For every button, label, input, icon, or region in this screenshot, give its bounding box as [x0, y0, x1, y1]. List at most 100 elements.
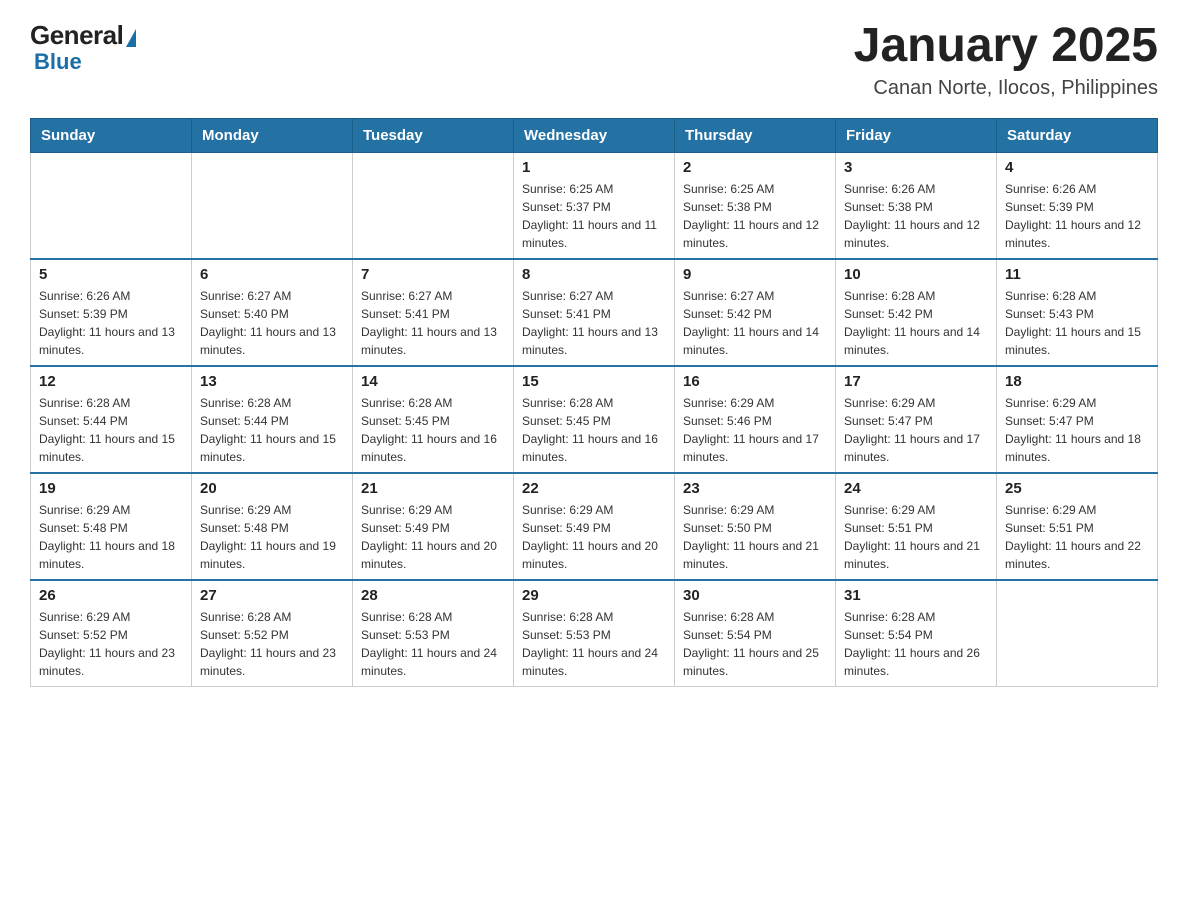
day-info: Sunrise: 6:28 AM Sunset: 5:43 PM Dayligh… [1005, 287, 1149, 359]
day-number: 14 [361, 373, 505, 390]
day-number: 23 [683, 480, 827, 497]
day-info: Sunrise: 6:29 AM Sunset: 5:49 PM Dayligh… [522, 501, 666, 573]
calendar-cell: 18 Sunrise: 6:29 AM Sunset: 5:47 PM Dayli… [997, 366, 1158, 473]
page-title: January 2025 [854, 20, 1158, 73]
day-number: 6 [200, 266, 344, 283]
day-info: Sunrise: 6:29 AM Sunset: 5:47 PM Dayligh… [844, 394, 988, 466]
calendar-table: SundayMondayTuesdayWednesdayThursdayFrid… [30, 118, 1158, 687]
day-number: 5 [39, 266, 183, 283]
day-number: 9 [683, 266, 827, 283]
day-info: Sunrise: 6:28 AM Sunset: 5:44 PM Dayligh… [200, 394, 344, 466]
weekday-header-monday: Monday [192, 118, 353, 152]
calendar-cell: 2 Sunrise: 6:25 AM Sunset: 5:38 PM Daylig… [675, 152, 836, 259]
calendar-cell: 7Sunrise: 6:27 AM Sunset: 5:41 PM Daylig… [353, 259, 514, 366]
day-number: 10 [844, 266, 988, 283]
day-info: Sunrise: 6:28 AM Sunset: 5:54 PM Dayligh… [683, 608, 827, 680]
calendar-cell: 25Sunrise: 6:29 AM Sunset: 5:51 PM Dayli… [997, 473, 1158, 580]
weekday-header-row: SundayMondayTuesdayWednesdayThursdayFrid… [31, 118, 1158, 152]
day-number: 11 [1005, 266, 1149, 283]
day-info: Sunrise: 6:27 AM Sunset: 5:41 PM Dayligh… [522, 287, 666, 359]
day-number: 15 [522, 373, 666, 390]
logo-general-text: General [30, 20, 123, 51]
day-info: Sunrise: 6:29 AM Sunset: 5:47 PM Dayligh… [1005, 394, 1149, 466]
day-number: 28 [361, 587, 505, 604]
day-number: 4 [1005, 159, 1149, 176]
day-info: Sunrise: 6:29 AM Sunset: 5:48 PM Dayligh… [39, 501, 183, 573]
day-info: Sunrise: 6:26 AM Sunset: 5:38 PM Dayligh… [844, 180, 988, 252]
calendar-cell: 23 Sunrise: 6:29 AM Sunset: 5:50 PM Dayli… [675, 473, 836, 580]
day-number: 30 [683, 587, 827, 604]
calendar-week-4: 19Sunrise: 6:29 AM Sunset: 5:48 PM Dayli… [31, 473, 1158, 580]
day-number: 18 [1005, 373, 1149, 390]
calendar-cell: 21Sunrise: 6:29 AM Sunset: 5:49 PM Dayli… [353, 473, 514, 580]
calendar-cell: 19Sunrise: 6:29 AM Sunset: 5:48 PM Dayli… [31, 473, 192, 580]
calendar-cell: 5 Sunrise: 6:26 AM Sunset: 5:39 PM Daylig… [31, 259, 192, 366]
day-info: Sunrise: 6:29 AM Sunset: 5:52 PM Dayligh… [39, 608, 183, 680]
day-info: Sunrise: 6:25 AM Sunset: 5:37 PM Dayligh… [522, 180, 666, 252]
calendar-cell: 10 Sunrise: 6:28 AM Sunset: 5:42 PM Dayli… [836, 259, 997, 366]
calendar-cell: 27Sunrise: 6:28 AM Sunset: 5:52 PM Dayli… [192, 580, 353, 687]
day-number: 8 [522, 266, 666, 283]
day-info: Sunrise: 6:26 AM Sunset: 5:39 PM Dayligh… [1005, 180, 1149, 252]
calendar-cell: 6 Sunrise: 6:27 AM Sunset: 5:40 PM Daylig… [192, 259, 353, 366]
calendar-cell: 11 Sunrise: 6:28 AM Sunset: 5:43 PM Dayli… [997, 259, 1158, 366]
day-number: 20 [200, 480, 344, 497]
calendar-cell: 1Sunrise: 6:25 AM Sunset: 5:37 PM Daylig… [514, 152, 675, 259]
title-block: January 2025 Canan Norte, Ilocos, Philip… [854, 20, 1158, 100]
day-info: Sunrise: 6:28 AM Sunset: 5:45 PM Dayligh… [361, 394, 505, 466]
logo-triangle-icon [126, 29, 136, 47]
page-header: General Blue January 2025 Canan Norte, I… [30, 20, 1158, 100]
calendar-cell: 14 Sunrise: 6:28 AM Sunset: 5:45 PM Dayli… [353, 366, 514, 473]
calendar-cell: 24Sunrise: 6:29 AM Sunset: 5:51 PM Dayli… [836, 473, 997, 580]
calendar-cell [353, 152, 514, 259]
weekday-header-saturday: Saturday [997, 118, 1158, 152]
page-subtitle: Canan Norte, Ilocos, Philippines [854, 77, 1158, 100]
calendar-cell: 20 Sunrise: 6:29 AM Sunset: 5:48 PM Dayli… [192, 473, 353, 580]
day-info: Sunrise: 6:28 AM Sunset: 5:45 PM Dayligh… [522, 394, 666, 466]
calendar-cell: 4 Sunrise: 6:26 AM Sunset: 5:39 PM Daylig… [997, 152, 1158, 259]
calendar-cell: 13 Sunrise: 6:28 AM Sunset: 5:44 PM Dayli… [192, 366, 353, 473]
calendar-week-3: 12 Sunrise: 6:28 AM Sunset: 5:44 PM Dayli… [31, 366, 1158, 473]
calendar-cell [997, 580, 1158, 687]
calendar-cell: 22 Sunrise: 6:29 AM Sunset: 5:49 PM Dayli… [514, 473, 675, 580]
day-number: 12 [39, 373, 183, 390]
day-info: Sunrise: 6:29 AM Sunset: 5:50 PM Dayligh… [683, 501, 827, 573]
day-info: Sunrise: 6:28 AM Sunset: 5:54 PM Dayligh… [844, 608, 988, 680]
day-number: 3 [844, 159, 988, 176]
calendar-week-1: 1Sunrise: 6:25 AM Sunset: 5:37 PM Daylig… [31, 152, 1158, 259]
day-info: Sunrise: 6:28 AM Sunset: 5:53 PM Dayligh… [522, 608, 666, 680]
day-info: Sunrise: 6:28 AM Sunset: 5:44 PM Dayligh… [39, 394, 183, 466]
day-number: 31 [844, 587, 988, 604]
day-info: Sunrise: 6:29 AM Sunset: 5:51 PM Dayligh… [844, 501, 988, 573]
day-info: Sunrise: 6:25 AM Sunset: 5:38 PM Dayligh… [683, 180, 827, 252]
day-info: Sunrise: 6:27 AM Sunset: 5:40 PM Dayligh… [200, 287, 344, 359]
calendar-cell: 12 Sunrise: 6:28 AM Sunset: 5:44 PM Dayli… [31, 366, 192, 473]
day-number: 29 [522, 587, 666, 604]
day-info: Sunrise: 6:28 AM Sunset: 5:42 PM Dayligh… [844, 287, 988, 359]
day-number: 27 [200, 587, 344, 604]
day-number: 16 [683, 373, 827, 390]
calendar-cell: 28 Sunrise: 6:28 AM Sunset: 5:53 PM Dayli… [353, 580, 514, 687]
logo: General Blue [30, 20, 136, 75]
day-number: 26 [39, 587, 183, 604]
day-number: 22 [522, 480, 666, 497]
calendar-week-5: 26 Sunrise: 6:29 AM Sunset: 5:52 PM Dayli… [31, 580, 1158, 687]
weekday-header-friday: Friday [836, 118, 997, 152]
calendar-cell: 29 Sunrise: 6:28 AM Sunset: 5:53 PM Dayli… [514, 580, 675, 687]
calendar-cell: 31 Sunrise: 6:28 AM Sunset: 5:54 PM Dayli… [836, 580, 997, 687]
weekday-header-tuesday: Tuesday [353, 118, 514, 152]
day-number: 2 [683, 159, 827, 176]
day-info: Sunrise: 6:26 AM Sunset: 5:39 PM Dayligh… [39, 287, 183, 359]
day-info: Sunrise: 6:27 AM Sunset: 5:41 PM Dayligh… [361, 287, 505, 359]
calendar-cell [31, 152, 192, 259]
day-info: Sunrise: 6:28 AM Sunset: 5:53 PM Dayligh… [361, 608, 505, 680]
calendar-cell: 3 Sunrise: 6:26 AM Sunset: 5:38 PM Daylig… [836, 152, 997, 259]
day-info: Sunrise: 6:29 AM Sunset: 5:46 PM Dayligh… [683, 394, 827, 466]
day-info: Sunrise: 6:29 AM Sunset: 5:48 PM Dayligh… [200, 501, 344, 573]
day-number: 13 [200, 373, 344, 390]
day-number: 21 [361, 480, 505, 497]
logo-blue-text: Blue [34, 49, 82, 75]
calendar-cell: 15 Sunrise: 6:28 AM Sunset: 5:45 PM Dayli… [514, 366, 675, 473]
day-info: Sunrise: 6:29 AM Sunset: 5:51 PM Dayligh… [1005, 501, 1149, 573]
calendar-week-2: 5 Sunrise: 6:26 AM Sunset: 5:39 PM Daylig… [31, 259, 1158, 366]
